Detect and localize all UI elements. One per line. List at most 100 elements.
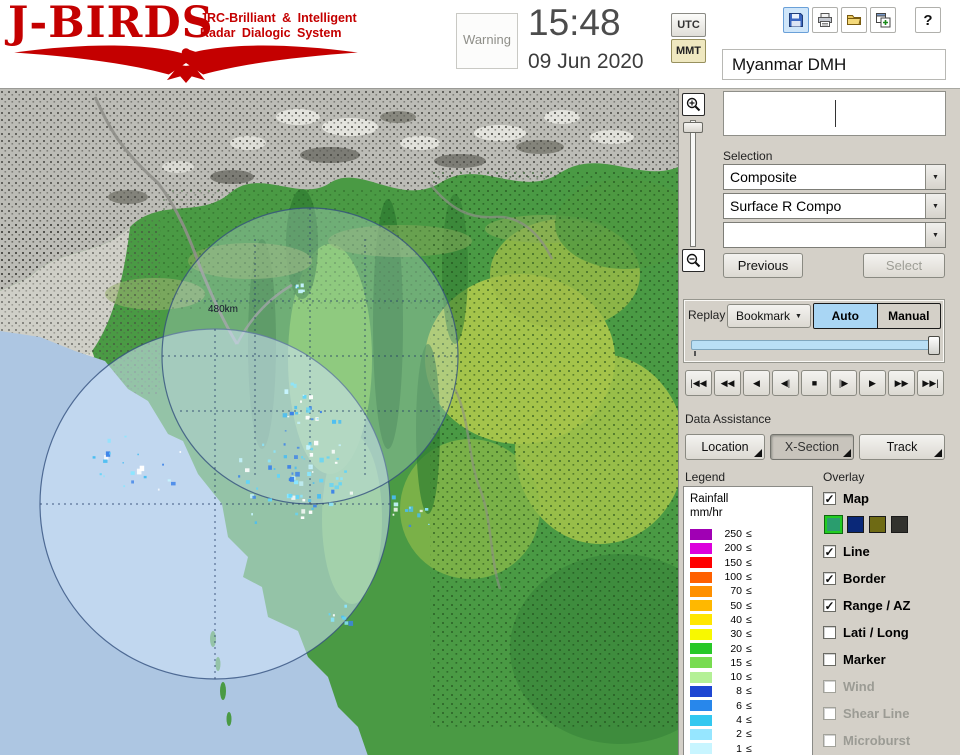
- select-button[interactable]: Select: [863, 253, 945, 278]
- legend-swatch: [690, 528, 712, 540]
- help-button[interactable]: ?: [915, 7, 941, 33]
- x-section-button[interactable]: X-Section: [770, 434, 854, 460]
- overlay-item-wind[interactable]: Wind: [823, 677, 959, 695]
- overlay-item-shear-line[interactable]: Shear Line: [823, 704, 959, 722]
- text-input[interactable]: [723, 91, 946, 136]
- overlay-item-lati-long[interactable]: Lati / Long: [823, 623, 959, 641]
- time-slider[interactable]: [691, 336, 940, 356]
- checkbox[interactable]: [823, 652, 836, 666]
- legend-row: 1 ≤: [690, 741, 812, 755]
- manual-button[interactable]: Manual: [878, 304, 941, 328]
- legend-row: 30 ≤: [690, 627, 812, 641]
- zoom-slider-handle[interactable]: [683, 122, 703, 133]
- map-style-swatch[interactable]: [825, 516, 842, 533]
- radar-map[interactable]: 480km: [0, 88, 678, 755]
- open-folder-button[interactable]: [841, 7, 867, 33]
- location-button[interactable]: Location: [685, 434, 765, 460]
- map-style-swatch[interactable]: [847, 516, 864, 533]
- legend-value: 70: [730, 585, 742, 598]
- dropdown-arrow-button[interactable]: ▼: [925, 223, 945, 247]
- legend-row: 70 ≤: [690, 584, 812, 598]
- composite-dropdown[interactable]: Composite ▼: [723, 164, 946, 190]
- legend-suffix: ≤: [746, 685, 752, 698]
- bookmark-button[interactable]: Bookmark ▼: [727, 304, 811, 328]
- overlay-item-label: Line: [843, 543, 870, 559]
- legend-value: 2: [736, 728, 742, 741]
- checkbox[interactable]: ✓: [823, 598, 836, 612]
- previous-button[interactable]: Previous: [723, 253, 803, 278]
- overlay-item-range-az[interactable]: ✓ Range / AZ: [823, 596, 959, 614]
- print-button[interactable]: [812, 7, 838, 33]
- auto-button[interactable]: Auto: [814, 304, 878, 328]
- playback-button[interactable]: ■: [801, 370, 828, 396]
- new-window-button[interactable]: [870, 7, 896, 33]
- button-label: Track: [886, 440, 918, 454]
- track-button[interactable]: Track: [859, 434, 945, 460]
- logo-title: J-BIRDS: [8, 0, 214, 48]
- overlay-item-label: Marker: [843, 651, 886, 667]
- checkbox[interactable]: ✓: [823, 491, 836, 505]
- legend-row: 200 ≤: [690, 541, 812, 555]
- chevron-down-icon: ▼: [795, 312, 802, 320]
- playback-button[interactable]: ◀◀: [714, 370, 741, 396]
- legend-suffix: ≤: [746, 742, 752, 755]
- product-dropdown[interactable]: Surface R Compo ▼: [723, 193, 946, 219]
- playback-button[interactable]: ▶▶|: [917, 370, 944, 396]
- legend-suffix: ≤: [746, 585, 752, 598]
- legend-swatch: [690, 714, 712, 726]
- checkbox[interactable]: ✓: [823, 544, 836, 558]
- playback-button[interactable]: |▶: [830, 370, 857, 396]
- legend-value: 250: [724, 528, 742, 541]
- toolbar: ?: [783, 7, 941, 33]
- warning-indicator[interactable]: Warning: [456, 13, 518, 69]
- save-button[interactable]: [783, 7, 809, 33]
- legend-swatch: [690, 700, 712, 712]
- legend-value: 15: [730, 656, 742, 669]
- overlay-item-microburst[interactable]: Microburst: [823, 731, 959, 749]
- utc-button[interactable]: UTC: [671, 13, 706, 37]
- checkbox[interactable]: ✓: [823, 571, 836, 585]
- legend-swatch: [690, 614, 712, 626]
- legend-value: 20: [730, 642, 742, 655]
- legend-value: 4: [736, 714, 742, 726]
- playback-button[interactable]: ◀|: [772, 370, 799, 396]
- dropdown-arrow-button[interactable]: ▼: [925, 194, 945, 218]
- zoom-in-button[interactable]: [682, 93, 705, 116]
- overlay-item-map[interactable]: ✓ Map: [823, 489, 959, 507]
- legend-label: Legend: [685, 470, 726, 484]
- overlay-item-line[interactable]: ✓ Line: [823, 542, 959, 560]
- overlay-item-label: Microburst: [843, 732, 911, 748]
- mmt-button[interactable]: MMT: [671, 39, 706, 63]
- overlay-item-marker[interactable]: Marker: [823, 650, 959, 668]
- zoom-out-button[interactable]: [682, 249, 705, 272]
- dropdown-arrow-button[interactable]: ▼: [925, 165, 945, 189]
- option-dropdown[interactable]: ▼: [723, 222, 946, 248]
- slider-tick: [694, 351, 696, 356]
- playback-button[interactable]: |◀◀: [685, 370, 712, 396]
- playback-button[interactable]: ◀: [743, 370, 770, 396]
- map-style-swatch[interactable]: [891, 516, 908, 533]
- legend-row: 8 ≤: [690, 684, 812, 698]
- map-style-swatches: [825, 516, 959, 533]
- chevron-down-icon: ▼: [932, 173, 939, 181]
- playback-button[interactable]: ▶▶: [888, 370, 915, 396]
- overlay-label: Overlay: [823, 470, 865, 484]
- legend-row: 250 ≤: [690, 527, 812, 541]
- terrain-map[interactable]: [0, 89, 678, 755]
- map-style-swatch[interactable]: [869, 516, 886, 533]
- zoom-slider[interactable]: [690, 120, 696, 247]
- legend-swatch: [690, 628, 712, 640]
- legend-suffix: ≤: [746, 728, 752, 741]
- legend-value: 100: [724, 571, 742, 584]
- checkbox[interactable]: [823, 733, 836, 747]
- legend-swatch: [690, 657, 712, 669]
- time-slider-handle[interactable]: [928, 336, 940, 355]
- playback-button[interactable]: ▶: [859, 370, 886, 396]
- legend-swatch: [690, 643, 712, 655]
- checkbox[interactable]: [823, 625, 836, 639]
- checkbox[interactable]: [823, 679, 836, 693]
- overlay-item-border[interactable]: ✓ Border: [823, 569, 959, 587]
- checkbox[interactable]: [823, 706, 836, 720]
- overlay-item-label: Lati / Long: [843, 624, 909, 640]
- button-label: Location: [701, 440, 749, 454]
